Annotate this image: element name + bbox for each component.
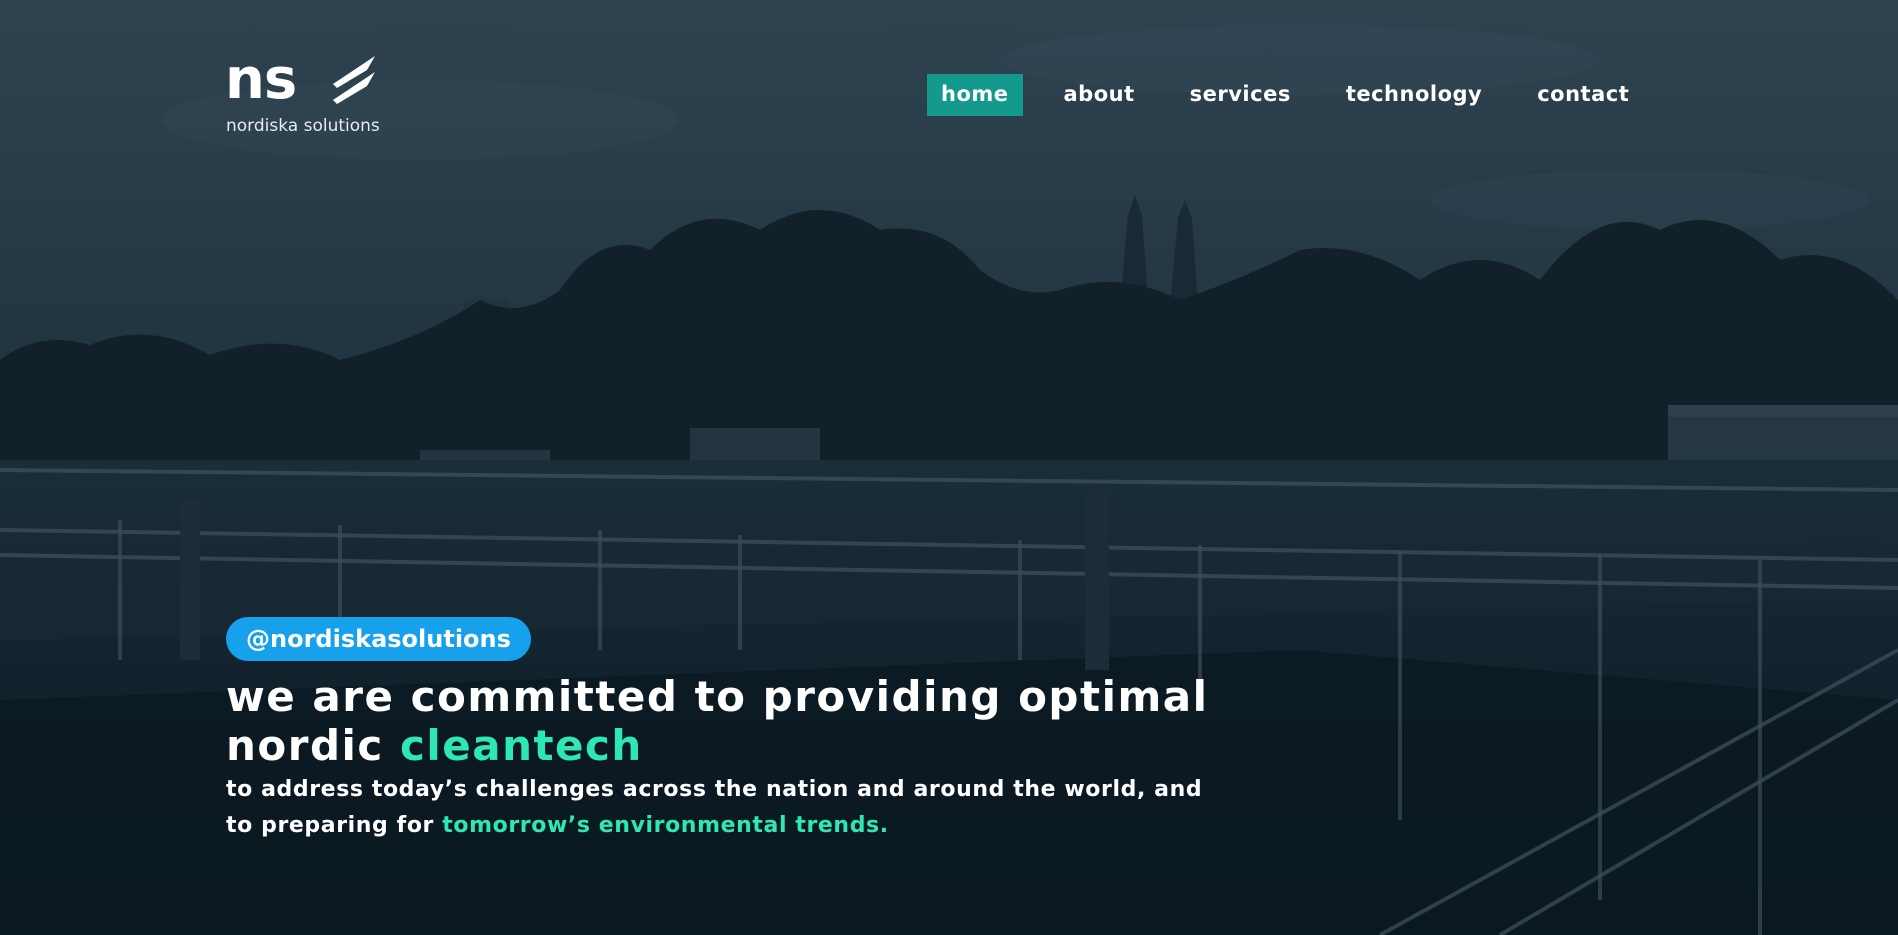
logo-slash-icon bbox=[333, 56, 375, 104]
logo-company-name: nordiska solutions bbox=[226, 116, 380, 136]
main-nav: home about services technology contact bbox=[927, 74, 1643, 116]
hero-headline: we are committed to providing optimal no… bbox=[226, 672, 1226, 770]
nav-item-contact[interactable]: contact bbox=[1523, 74, 1643, 116]
hero-headline-text: we are committed to providing optimal no… bbox=[226, 672, 1209, 770]
nav-item-home[interactable]: home bbox=[927, 74, 1023, 116]
nav-item-services[interactable]: services bbox=[1176, 74, 1305, 116]
hero-section: ns nordiska solutions home about service… bbox=[0, 0, 1898, 935]
brand-logo[interactable]: ns nordiska solutions bbox=[225, 52, 395, 142]
hero-subline: to address today’s challenges across the… bbox=[226, 772, 1206, 844]
social-handle-badge[interactable]: @nordiskasolutions bbox=[226, 617, 531, 661]
hero-headline-accent: cleantech bbox=[399, 721, 643, 770]
nav-item-technology[interactable]: technology bbox=[1332, 74, 1496, 116]
logo-mark: ns bbox=[225, 47, 297, 112]
nav-item-about[interactable]: about bbox=[1050, 74, 1149, 116]
hero-subline-accent: tomorrow’s environmental trends. bbox=[442, 813, 889, 838]
